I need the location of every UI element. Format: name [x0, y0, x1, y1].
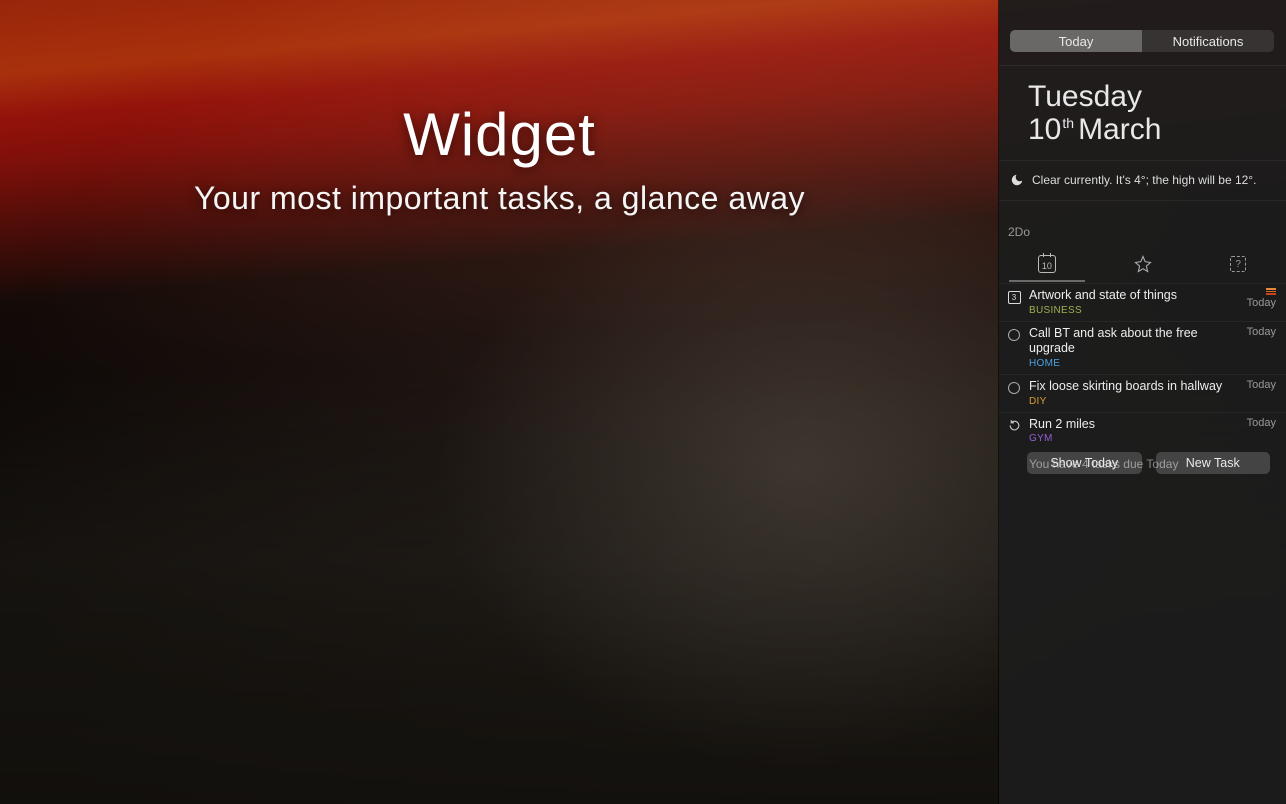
task-tag: DIY — [1029, 396, 1239, 408]
task-due: Today — [1247, 379, 1276, 391]
task-checkbox[interactable] — [1007, 328, 1021, 342]
hero-title: Widget — [0, 100, 999, 169]
task-body: Run 2 miles GYM — [1029, 417, 1239, 446]
help-icon: ? — [1230, 256, 1246, 272]
task-row[interactable]: Run 2 miles GYM Today — [999, 412, 1286, 450]
widget-tab-today[interactable]: 10 — [999, 246, 1095, 282]
nc-segmented-control: Today Notifications — [1010, 30, 1274, 52]
widget-buttons: Show Today New Task — [1027, 452, 1270, 474]
divider — [999, 65, 1286, 66]
star-icon — [1134, 255, 1152, 273]
desktop: Widget Your most important tasks, a glan… — [0, 0, 1286, 804]
widget-tabs: 10 ? — [999, 246, 1286, 282]
show-today-button[interactable]: Show Today — [1027, 452, 1142, 474]
date-header: Tuesday 10thMarch — [1028, 80, 1161, 146]
task-row[interactable]: 3 Artwork and state of things BUSINESS T… — [999, 283, 1286, 321]
flag-icon — [1266, 288, 1276, 296]
tab-notifications[interactable]: Notifications — [1142, 30, 1274, 52]
widget-tab-starred[interactable] — [1095, 246, 1191, 282]
task-title: Run 2 miles — [1029, 417, 1239, 433]
date-day: 10 — [1028, 113, 1061, 146]
circle-icon — [1008, 382, 1020, 394]
task-meta: Today — [1247, 417, 1276, 429]
widget-app-name: 2Do — [1008, 225, 1030, 239]
task-list: 3 Artwork and state of things BUSINESS T… — [999, 283, 1286, 475]
task-icon[interactable] — [1007, 419, 1021, 433]
task-meta: Today — [1247, 379, 1276, 391]
date-dow: Tuesday — [1028, 80, 1161, 113]
weather-row[interactable]: Clear currently. It's 4°; the high will … — [1010, 173, 1274, 187]
circle-icon — [1008, 329, 1020, 341]
task-body: Call BT and ask about the free upgrade H… — [1029, 326, 1239, 370]
repeat-icon — [1008, 419, 1021, 432]
task-title: Call BT and ask about the free upgrade — [1029, 326, 1239, 357]
task-tag: GYM — [1029, 433, 1239, 445]
weather-text: Clear currently. It's 4°; the high will … — [1032, 173, 1256, 187]
hero-subtitle: Your most important tasks, a glance away — [0, 180, 999, 217]
date-line: 10thMarch — [1028, 113, 1161, 146]
task-row[interactable]: Call BT and ask about the free upgrade H… — [999, 321, 1286, 374]
date-month: March — [1078, 113, 1161, 146]
task-due: Today — [1247, 417, 1276, 429]
widget-tab-other[interactable]: ? — [1190, 246, 1286, 282]
task-tag: BUSINESS — [1029, 305, 1239, 317]
task-meta: Today — [1247, 326, 1276, 338]
task-body: Artwork and state of things BUSINESS — [1029, 288, 1239, 317]
divider — [999, 200, 1286, 201]
task-tag: HOME — [1029, 358, 1239, 370]
new-task-button[interactable]: New Task — [1156, 452, 1271, 474]
date-ordinal: th — [1062, 115, 1074, 131]
tab-today[interactable]: Today — [1010, 30, 1142, 52]
notification-center-panel: Today Notifications Tuesday 10thMarch Cl… — [999, 0, 1286, 804]
task-icon[interactable]: 3 — [1007, 290, 1021, 304]
subtasks-icon: 3 — [1008, 291, 1021, 304]
task-due: Today — [1247, 326, 1276, 338]
calendar-icon: 10 — [1038, 255, 1056, 273]
task-title: Fix loose skirting boards in hallway — [1029, 379, 1239, 395]
task-due: Today — [1247, 297, 1276, 309]
task-body: Fix loose skirting boards in hallway DIY — [1029, 379, 1239, 408]
task-checkbox[interactable] — [1007, 381, 1021, 395]
task-title: Artwork and state of things — [1029, 288, 1239, 304]
moon-icon — [1010, 173, 1024, 187]
task-meta: Today — [1247, 288, 1276, 309]
divider — [999, 160, 1286, 161]
task-row[interactable]: Fix loose skirting boards in hallway DIY… — [999, 374, 1286, 412]
